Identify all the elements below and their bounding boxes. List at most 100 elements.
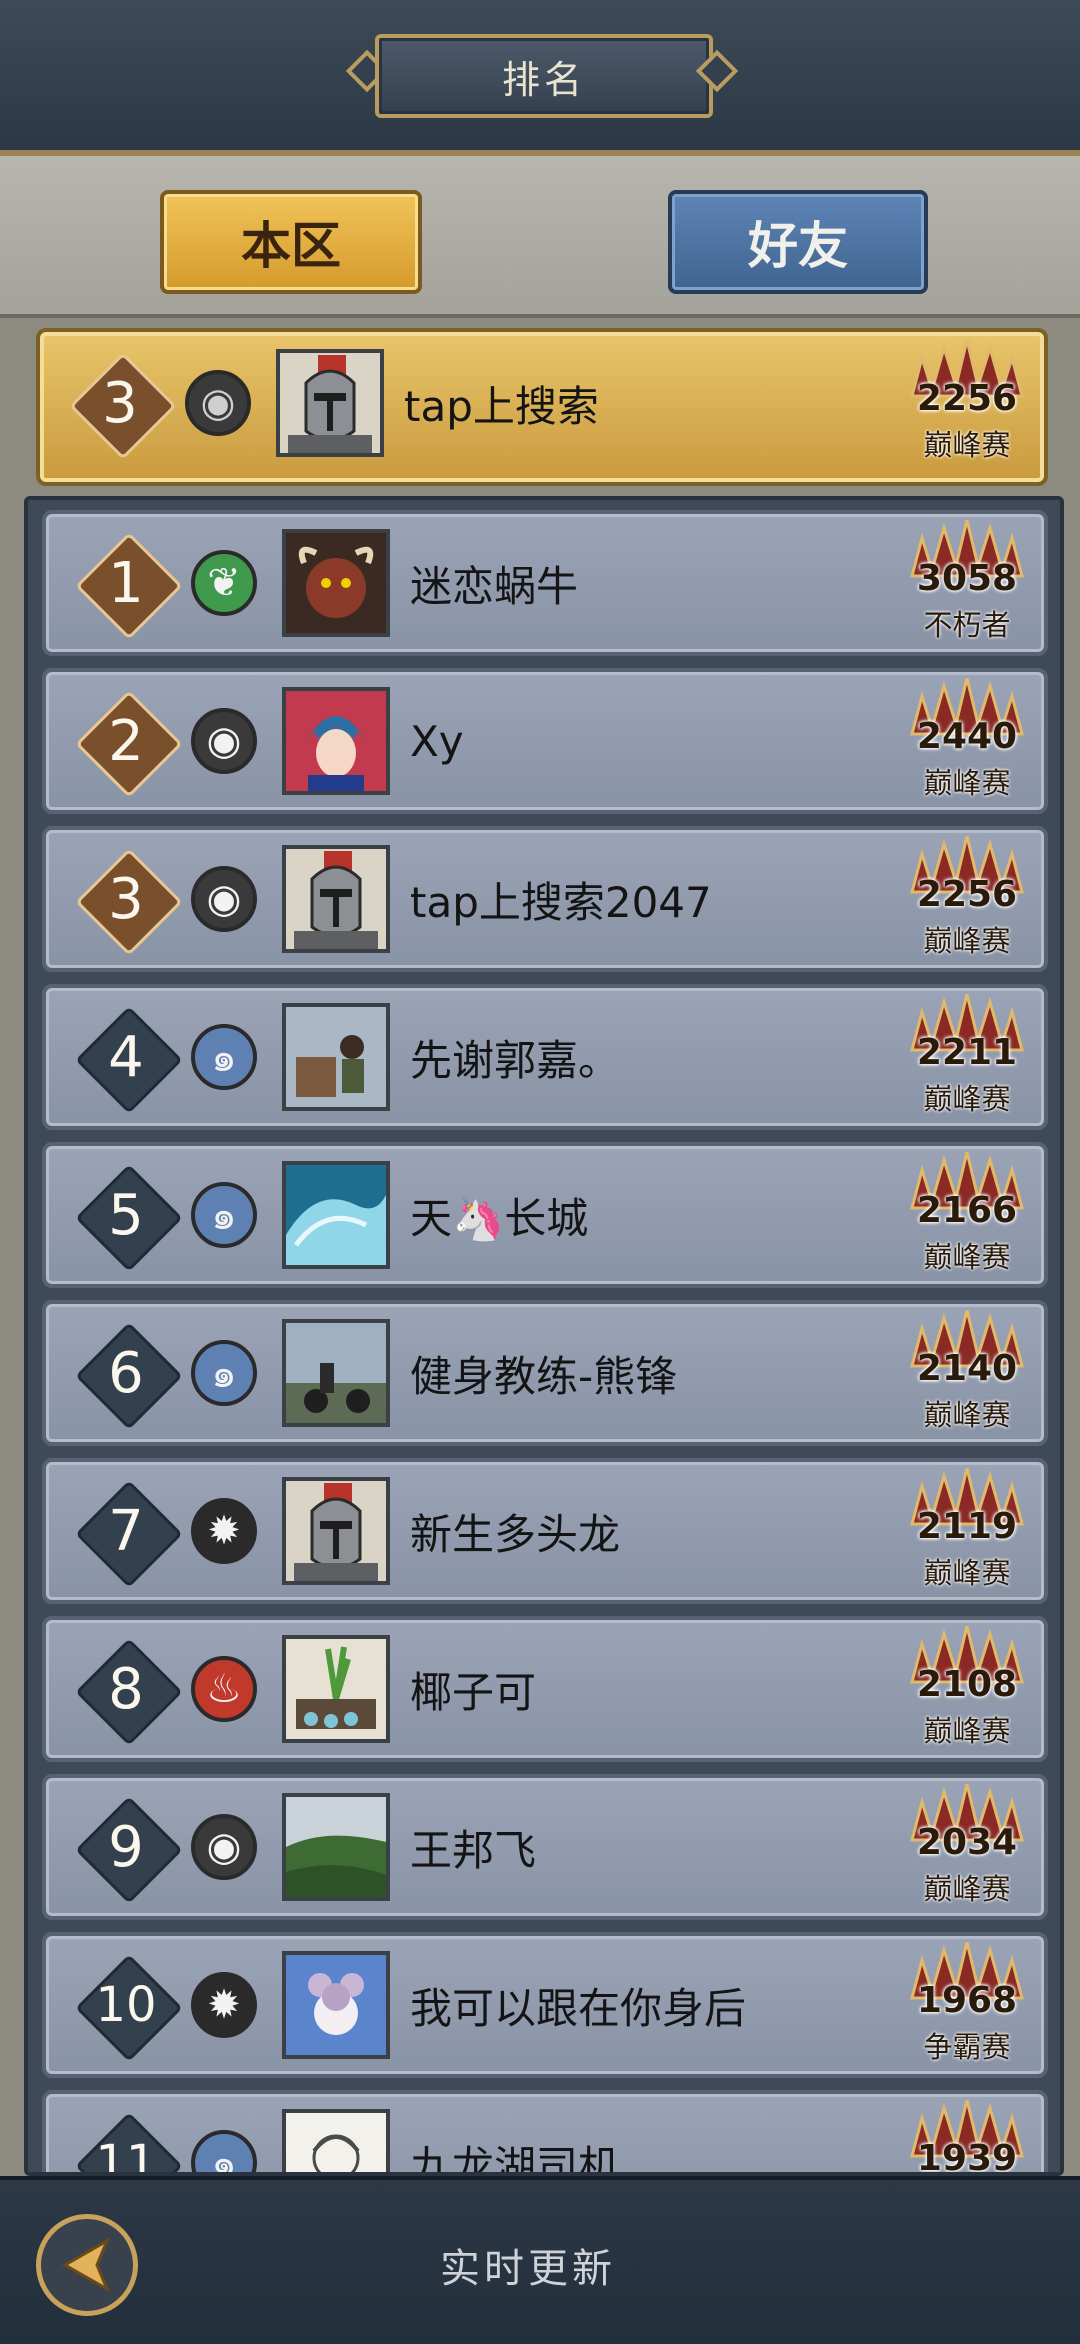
ranking-row[interactable]: 5 ๑ 天🦄长城 2166 巅峰赛 <box>42 1142 1048 1288</box>
plant-avatar[interactable] <box>282 1635 390 1743</box>
rank-diamond: 1 <box>75 532 183 640</box>
rank-diamond: 9 <box>75 1796 183 1904</box>
back-arrow-icon <box>61 2237 111 2293</box>
rank-diamond: 5 <box>75 1164 183 1272</box>
league-name: 巅峰赛 <box>923 1872 1011 1906</box>
rank-number: 3 <box>108 866 144 932</box>
league-score: 2211 <box>916 1032 1018 1073</box>
rank-diamond: 3 <box>69 352 177 460</box>
rank-number: 7 <box>108 1498 144 1564</box>
anime-boy-avatar[interactable] <box>282 687 390 795</box>
ranking-row[interactable]: 8 ♨ 椰子可 2108 巅峰赛 <box>42 1616 1048 1762</box>
league-name: 巅峰赛 <box>923 924 1011 958</box>
bull-avatar[interactable] <box>282 529 390 637</box>
league-badge: 2119 巅峰赛 <box>908 1468 1026 1594</box>
player-name: 健身教练-熊锋 <box>410 1351 678 1401</box>
league-badge: 2211 巅峰赛 <box>908 994 1026 1120</box>
flame-icon: ♨ <box>191 1656 257 1722</box>
league-score: 3058 <box>916 558 1018 599</box>
ranking-row[interactable]: 6 ๑ 健身教练-熊锋 2140 巅峰赛 <box>42 1300 1048 1446</box>
eye-gear-icon: ◉ <box>191 866 257 932</box>
league-name: 不朽者 <box>923 608 1011 642</box>
ranking-row[interactable]: 9 ◉ 王邦飞 2034 巅峰赛 <box>42 1774 1048 1920</box>
knight-helmet-avatar[interactable] <box>282 1477 390 1585</box>
swirl-icon: ๑ <box>191 1024 257 1090</box>
ranking-row[interactable]: 2 ◉ Xy 2440 巅峰赛 <box>42 668 1048 814</box>
ranking-row[interactable]: 1 ❦ 迷恋蜗牛 3058 不朽者 <box>42 510 1048 656</box>
rank-number: 11 <box>95 2135 157 2176</box>
mouse-avatar[interactable] <box>282 1951 390 2059</box>
rank-diamond: 11 <box>75 2112 183 2176</box>
my-rank-card: 3 ◉ tap上搜索 2256 巅峰赛 <box>36 328 1048 486</box>
rank-diamond: 6 <box>75 1322 183 1430</box>
realtime-update-label: 实时更新 <box>440 2246 616 2292</box>
header-bar: 排名 <box>0 0 1080 156</box>
league-score: 2108 <box>916 1664 1018 1705</box>
player-name: Xy <box>410 716 464 766</box>
player-name: 天🦄长城 <box>410 1193 589 1243</box>
league-badge: 1968 争霸赛 <box>908 1942 1026 2068</box>
league-score: 2256 <box>916 874 1018 915</box>
rank-number: 5 <box>108 1182 144 1248</box>
ranking-list[interactable]: 1 ❦ 迷恋蜗牛 3058 不朽者 2 ◉ Xy 2440 巅峰赛 3 ◉ ta… <box>24 496 1064 2176</box>
league-score: 2034 <box>916 1822 1018 1863</box>
player-name: tap上搜索 <box>404 381 599 431</box>
rank-number: 10 <box>95 1977 157 2033</box>
league-name: 巅峰赛 <box>923 1082 1011 1116</box>
photo-avatar[interactable] <box>282 1003 390 1111</box>
rank-number: 4 <box>108 1024 144 1090</box>
bottom-bar: 实时更新 <box>0 2176 1080 2344</box>
league-badge: 2108 巅峰赛 <box>908 1626 1026 1752</box>
knight-helmet-avatar[interactable] <box>282 845 390 953</box>
rank-diamond: 7 <box>75 1480 183 1588</box>
landscape-avatar[interactable] <box>282 1793 390 1901</box>
swirl-icon: ๑ <box>191 1340 257 1406</box>
player-name: 新生多头龙 <box>410 1509 621 1559</box>
league-name: 巅峰赛 <box>923 1240 1011 1274</box>
league-score: 1968 <box>916 1980 1018 2021</box>
league-score: 2140 <box>916 1348 1018 1389</box>
leaf-icon: ❦ <box>191 550 257 616</box>
sun-icon: ✹ <box>191 1498 257 1564</box>
rank-number: 3 <box>102 370 138 436</box>
rank-diamond: 4 <box>75 1006 183 1114</box>
rank-diamond: 3 <box>75 848 183 956</box>
swirl-icon: ๑ <box>191 2130 257 2172</box>
league-name: 巅峰赛 <box>923 1398 1011 1432</box>
wave-avatar[interactable] <box>282 1161 390 1269</box>
rank-number: 9 <box>108 1814 144 1880</box>
league-score: 1939 <box>916 2138 1018 2176</box>
player-name: tap上搜索2047 <box>410 877 712 927</box>
league-score: 2119 <box>916 1506 1018 1547</box>
ranking-row[interactable]: 7 ✹ 新生多头龙 2119 巅峰赛 <box>42 1458 1048 1604</box>
rank-diamond: 10 <box>75 1954 183 2062</box>
ranking-row[interactable]: 4 ๑ 先谢郭嘉。 2211 巅峰赛 <box>42 984 1048 1130</box>
tab-friends[interactable]: 好友 <box>668 190 928 294</box>
league-name: 争霸赛 <box>923 2030 1011 2064</box>
rank-number: 6 <box>108 1340 144 1406</box>
league-name: 巅峰赛 <box>923 766 1011 800</box>
tab-local-server[interactable]: 本区 <box>160 190 422 294</box>
player-name: 我可以跟在你身后 <box>410 1983 747 2033</box>
league-badge: 2440 巅峰赛 <box>908 678 1026 804</box>
rank-number: 1 <box>108 550 144 616</box>
page-title: 排名 <box>375 34 713 118</box>
ranking-row[interactable]: 3 ◉ tap上搜索2047 2256 巅峰赛 <box>42 826 1048 972</box>
back-button[interactable] <box>36 2214 138 2316</box>
league-score: 2166 <box>916 1190 1018 1231</box>
tab-bar: 本区 好友 <box>0 156 1080 318</box>
league-badge: 2034 巅峰赛 <box>908 1784 1026 1910</box>
ranking-row[interactable]: 10 ✹ 我可以跟在你身后 1968 争霸赛 <box>42 1932 1048 2078</box>
knight-helmet-avatar[interactable] <box>276 349 384 457</box>
rank-number: 8 <box>108 1656 144 1722</box>
player-name: 先谢郭嘉。 <box>410 1035 621 1085</box>
rank-diamond: 8 <box>75 1638 183 1746</box>
ranking-row[interactable]: 11 ๑ 九龙湖司机 1939 <box>42 2090 1048 2176</box>
league-name: 巅峰赛 <box>923 1714 1011 1748</box>
league-name: 巅峰赛 <box>923 428 1011 462</box>
rank-number: 2 <box>108 708 144 774</box>
eye-gear-icon: ◉ <box>185 370 251 436</box>
player-name: 九龙湖司机 <box>410 2141 621 2176</box>
sketch-avatar[interactable] <box>282 2109 390 2172</box>
motorcycle-avatar[interactable] <box>282 1319 390 1427</box>
